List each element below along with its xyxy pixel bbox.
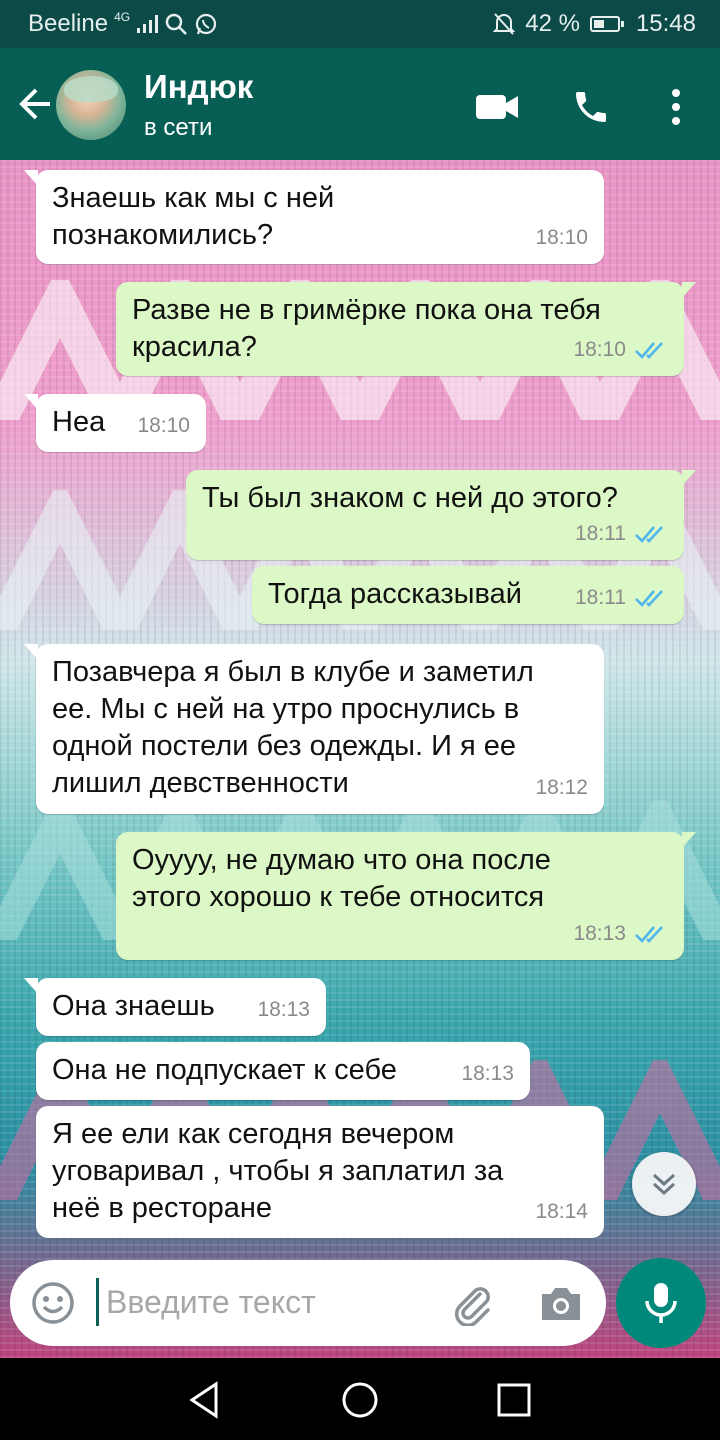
double-check-icon (635, 525, 663, 543)
phone-icon (576, 92, 606, 122)
carrier-name: Beeline (28, 10, 109, 37)
message-time: 18:11 (575, 586, 626, 609)
network-type: 4G (114, 10, 131, 24)
nav-home-icon[interactable] (340, 1380, 380, 1420)
battery-percent: 42 % (525, 10, 580, 37)
message-time: 18:10 (573, 338, 626, 361)
message-time: 18:10 (137, 414, 190, 437)
status-time: 15:48 (635, 10, 696, 37)
message-incoming[interactable]: Она не подпускает к себе 18:13 (36, 1042, 530, 1100)
message-incoming[interactable]: Я ее ели как сегодня вечером уговаривал … (36, 1106, 604, 1238)
nav-back-icon[interactable] (186, 1380, 226, 1420)
message-outgoing[interactable]: Оуууу, не думаю что она после этого хоро… (116, 832, 696, 960)
voice-record-button[interactable] (616, 1258, 706, 1348)
double-check-icon (635, 589, 663, 607)
attach-icon[interactable] (448, 1280, 494, 1326)
message-input-bar[interactable]: Введите текст (10, 1260, 606, 1346)
double-check-icon (635, 925, 663, 943)
video-call-icon (476, 95, 518, 119)
message-incoming[interactable]: Она знаешь 18:13 (24, 978, 326, 1036)
chat-area[interactable]: Знаешь как мы с ней познакомились? 18:10… (0, 160, 720, 1358)
message-time: 18:13 (461, 1062, 514, 1085)
emoji-icon[interactable] (30, 1280, 76, 1326)
camera-icon[interactable] (538, 1280, 584, 1326)
message-text: Знаешь как мы с ней познакомились? (52, 182, 335, 251)
message-input[interactable]: Введите текст (106, 1284, 316, 1321)
system-nav-bar (0, 1358, 720, 1440)
message-outgoing[interactable]: Ты был знаком с ней до этого? 18:11 (186, 470, 696, 560)
more-vert-icon (672, 89, 680, 125)
message-text: Ты был знаком с ней до этого? (202, 482, 618, 514)
text-caret (96, 1278, 99, 1326)
chat-header: Индюк в сети (0, 48, 720, 160)
more-options-button[interactable] (654, 84, 698, 130)
contact-name[interactable]: Индюк (144, 68, 253, 106)
search-icon (165, 13, 187, 35)
status-bar: Beeline 4G 42 % 15:48 (0, 0, 720, 48)
message-outgoing[interactable]: Разве не в гримёрке пока она тебя красил… (116, 282, 696, 376)
contact-status: в сети (144, 114, 213, 141)
message-time: 18:13 (257, 998, 310, 1021)
battery-icon (589, 16, 624, 32)
mic-icon (645, 1283, 677, 1323)
message-time: 18:12 (535, 776, 588, 799)
message-incoming[interactable]: Позавчера я был в клубе и заметил ее. Мы… (24, 644, 604, 814)
whatsapp-icon (195, 13, 217, 35)
mute-icon (493, 13, 516, 35)
message-time: 18:10 (535, 226, 588, 249)
message-outgoing[interactable]: Тогда рассказывай 18:11 (252, 566, 684, 624)
back-arrow-icon[interactable] (14, 84, 54, 124)
message-incoming[interactable]: Неа 18:10 (24, 394, 206, 452)
avatar[interactable] (56, 70, 126, 140)
message-text: Позавчера я был в клубе и заметил ее. Мы… (52, 656, 534, 799)
message-text: Я ее ели как сегодня вечером уговаривал … (52, 1118, 504, 1224)
double-check-icon (635, 341, 663, 359)
message-text: Оуууу, не думаю что она после этого хоро… (132, 844, 551, 913)
message-time: 18:13 (573, 922, 626, 945)
message-text: Она не подпускает к себе (52, 1054, 397, 1086)
voice-call-button[interactable] (568, 84, 614, 130)
scroll-to-bottom-button[interactable] (632, 1152, 696, 1216)
signal-icon (137, 15, 159, 33)
message-time: 18:11 (575, 522, 626, 545)
message-time: 18:14 (535, 1200, 588, 1223)
video-call-button[interactable] (474, 84, 520, 130)
chevron-double-down-icon (652, 1173, 676, 1196)
nav-recents-icon[interactable] (494, 1380, 534, 1420)
message-incoming[interactable]: Знаешь как мы с ней познакомились? 18:10 (24, 170, 604, 264)
